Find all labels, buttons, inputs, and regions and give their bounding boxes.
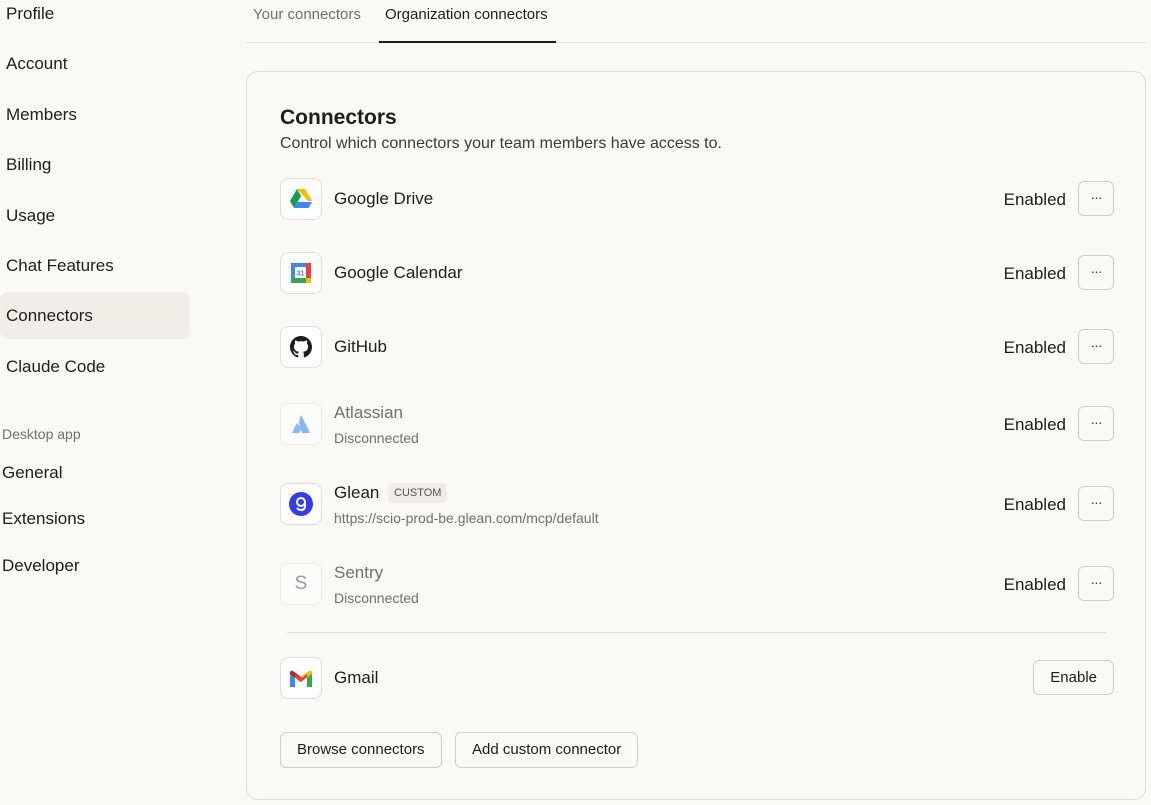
sidebar-item-extensions[interactable]: Extensions: [0, 495, 190, 542]
sidebar-item-profile[interactable]: Profile: [0, 0, 190, 37]
card-description: Control which connectors your team membe…: [280, 135, 722, 152]
connector-url: https://scio-prod-be.glean.com/mcp/defau…: [334, 510, 599, 526]
tab-organization-connectors[interactable]: Organization connectors: [379, 0, 556, 43]
connector-row-google-calendar: 31 Google Calendar Enabled ···: [280, 252, 1114, 294]
custom-badge: CUSTOM: [388, 483, 448, 503]
divider: [287, 632, 1106, 633]
connector-row-google-drive: Google Drive Enabled ···: [280, 178, 1114, 220]
sidebar-item-claude-code[interactable]: Claude Code: [0, 343, 190, 390]
sidebar-item-developer[interactable]: Developer: [0, 542, 190, 589]
connectors-card: Connectors Control which connectors your…: [246, 71, 1146, 800]
sidebar-item-general[interactable]: General: [0, 449, 190, 496]
connector-name: Google Drive: [334, 189, 434, 208]
connector-name: Google Calendar: [334, 263, 463, 282]
connector-name: Atlassian: [334, 403, 403, 422]
connector-name: Glean: [334, 483, 380, 502]
sidebar-item-account[interactable]: Account: [0, 40, 190, 87]
add-custom-connector-button[interactable]: Add custom connector: [455, 732, 639, 768]
card-title: Connectors: [280, 106, 397, 129]
google-drive-icon: [280, 178, 322, 220]
connector-name: Gmail: [334, 668, 379, 687]
connector-row-atlassian: Atlassian Disconnected Enabled ···: [280, 403, 1114, 446]
connector-subtitle: Disconnected: [334, 430, 419, 446]
google-calendar-icon: 31: [280, 252, 322, 294]
connector-status: Enabled: [1003, 264, 1066, 283]
more-options-button[interactable]: ···: [1078, 329, 1114, 364]
connector-row-sentry: S Sentry Disconnected Enabled ···: [280, 563, 1114, 606]
browse-connectors-button[interactable]: Browse connectors: [280, 732, 442, 768]
enable-gmail-button[interactable]: Enable: [1033, 660, 1114, 695]
connector-row-glean: Glean CUSTOM https://scio-prod-be.glean.…: [280, 483, 1114, 526]
atlassian-icon: [280, 403, 322, 445]
connector-row-github: GitHub Enabled ···: [280, 326, 1114, 368]
github-icon: [280, 326, 322, 368]
more-options-button[interactable]: ···: [1078, 406, 1114, 441]
connector-tabs: Your connectors Organization connectors: [246, 0, 1146, 43]
glean-icon: [280, 483, 322, 525]
connector-status: Enabled: [1003, 338, 1066, 357]
desktop-app-section-label: Desktop app: [2, 426, 81, 442]
tab-your-connectors[interactable]: Your connectors: [247, 0, 367, 43]
connector-status: Enabled: [1003, 190, 1066, 209]
more-options-button[interactable]: ···: [1078, 566, 1114, 601]
connector-subtitle: Disconnected: [334, 590, 419, 606]
connector-status: Enabled: [1003, 575, 1066, 594]
sidebar-item-billing[interactable]: Billing: [0, 141, 190, 188]
gmail-icon: [280, 657, 322, 699]
sidebar-item-chat-features[interactable]: Chat Features: [0, 242, 190, 289]
connector-row-gmail: Gmail Enable: [280, 657, 1114, 699]
connector-status: Enabled: [1003, 415, 1066, 434]
connector-name: Sentry: [334, 563, 384, 582]
settings-sidebar: Profile Account Members Billing Usage Ch…: [0, 0, 200, 805]
sentry-icon: S: [280, 563, 322, 605]
sidebar-item-usage[interactable]: Usage: [0, 192, 190, 239]
more-options-button[interactable]: ···: [1078, 486, 1114, 521]
more-options-button[interactable]: ···: [1078, 255, 1114, 290]
svg-text:31: 31: [297, 271, 305, 278]
more-options-button[interactable]: ···: [1078, 181, 1114, 216]
sidebar-item-members[interactable]: Members: [0, 91, 190, 138]
sidebar-item-connectors[interactable]: Connectors: [0, 292, 190, 339]
connector-name: GitHub: [334, 337, 387, 356]
connector-status: Enabled: [1003, 495, 1066, 514]
